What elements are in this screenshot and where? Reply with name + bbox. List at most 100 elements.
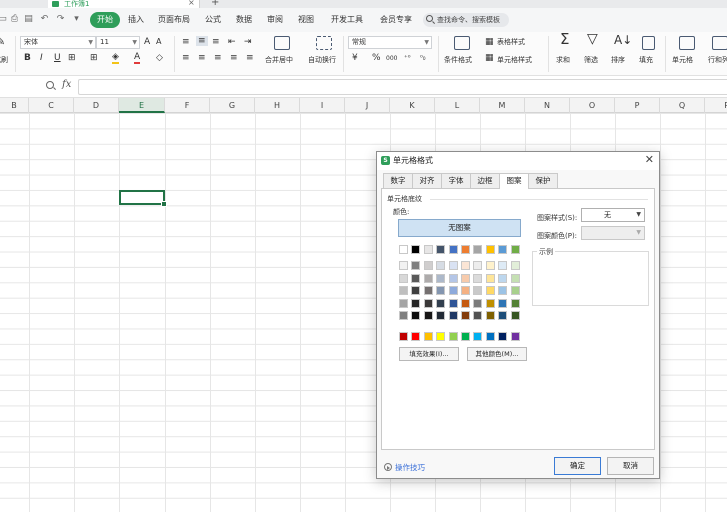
menu-home[interactable]: 开始 [90,12,120,28]
number-format-select[interactable]: 常规 ▼ [348,36,432,49]
cell-style-icon[interactable]: ▦ [485,53,494,63]
sort-icon[interactable]: A↓ [614,34,632,46]
decrease-decimal-icon[interactable]: ⁰₀ [420,53,426,63]
increase-font-icon[interactable]: A [144,37,150,47]
filter-icon[interactable]: ▽ [587,32,598,46]
conditional-format-icon[interactable] [454,36,470,50]
color-swatch[interactable] [485,311,495,320]
color-swatch[interactable] [399,261,408,270]
active-cell[interactable] [119,190,167,207]
save-icon[interactable]: ▭ [0,15,7,24]
color-swatch[interactable] [510,245,520,254]
color-swatch[interactable] [498,286,508,295]
currency-icon[interactable]: ¥ [352,53,358,63]
color-swatch[interactable] [411,245,421,254]
color-swatch[interactable] [485,273,495,283]
percent-icon[interactable]: % [372,53,381,63]
color-swatch[interactable] [448,245,458,254]
color-swatch[interactable] [485,298,495,308]
cell-style-label[interactable]: 单元格样式 [497,55,532,65]
color-swatch[interactable] [485,332,495,341]
color-swatch[interactable] [448,286,458,295]
distributed-icon[interactable]: ≡ [246,53,254,63]
indent-decrease-icon[interactable]: ⇤ [228,37,236,47]
color-swatch[interactable] [473,261,483,270]
color-swatch[interactable] [411,273,421,283]
color-swatch[interactable] [498,273,508,283]
column-header[interactable]: I [300,98,345,113]
column-header[interactable]: L [435,98,480,113]
play-circle-icon[interactable] [384,463,392,471]
color-swatch[interactable] [436,298,446,308]
color-swatch[interactable] [498,311,508,320]
color-swatch[interactable] [473,311,483,320]
align-center-icon[interactable]: ≡ [198,53,206,63]
menu-view[interactable]: 视图 [298,12,314,28]
column-header[interactable]: C [29,98,74,113]
color-swatch[interactable] [448,332,458,341]
column-header[interactable]: Q [660,98,705,113]
color-swatch[interactable] [436,261,446,270]
column-header[interactable]: H [255,98,300,113]
fill-icon[interactable] [642,36,655,50]
menu-review[interactable]: 审阅 [267,12,283,28]
color-swatch[interactable] [510,273,520,283]
indent-increase-icon[interactable]: ⇥ [244,37,252,47]
cell-icon[interactable] [679,36,695,50]
color-swatch[interactable] [498,245,508,254]
color-swatch[interactable] [399,273,408,283]
menu-data[interactable]: 数据 [236,12,252,28]
color-swatch[interactable] [423,273,433,283]
bold-icon[interactable]: B [24,53,31,63]
close-icon[interactable]: ✕ [645,153,654,167]
row-col-icon[interactable] [712,36,727,50]
color-swatch[interactable] [461,298,470,308]
color-swatch[interactable] [411,298,421,308]
color-swatch[interactable] [461,261,470,270]
strikethrough-icon[interactable]: ⊞ [68,53,76,63]
color-swatch[interactable] [423,332,433,341]
more-colors-button[interactable]: 其他颜色(M)... [467,347,527,361]
column-header[interactable]: B [0,98,29,113]
column-header[interactable]: N [525,98,570,113]
color-swatch[interactable] [436,286,446,295]
new-tab-icon[interactable]: + [211,0,219,8]
merge-center-icon[interactable] [274,36,290,50]
column-header[interactable]: D [74,98,119,113]
fill-effects-button[interactable]: 填充效果(I)... [399,347,459,361]
color-swatch[interactable] [461,311,470,320]
align-bottom-icon[interactable]: ≡ [212,37,220,47]
color-swatch[interactable] [436,332,446,341]
color-swatch[interactable] [510,286,520,295]
color-swatch[interactable] [461,273,470,283]
customize-toolbar-icon[interactable]: ▾ [72,15,81,24]
color-swatch[interactable] [423,261,433,270]
color-swatch[interactable] [411,332,421,341]
column-header[interactable]: M [480,98,525,113]
font-size-select[interactable]: 11 ▼ [96,36,140,49]
menu-insert[interactable]: 插入 [128,12,144,28]
format-painter-icon[interactable]: ✎ [0,36,5,47]
column-header[interactable]: J [345,98,390,113]
color-swatch[interactable] [461,286,470,295]
color-swatch[interactable] [485,245,495,254]
table-style-label[interactable]: 表格样式 [497,37,525,47]
color-swatch[interactable] [448,311,458,320]
color-swatch[interactable] [473,245,483,254]
color-swatch[interactable] [461,332,470,341]
font-name-select[interactable]: 宋体 ▼ [20,36,96,49]
formula-input[interactable] [78,79,727,95]
color-swatch[interactable] [498,261,508,270]
column-header[interactable]: F [165,98,210,113]
undo-icon[interactable]: ↶ [40,15,49,24]
tab-border[interactable]: 边框 [470,173,500,188]
fill-color-icon[interactable]: ◈ [112,52,119,64]
color-swatch[interactable] [423,245,433,254]
borders-icon[interactable]: ⊞ [90,53,98,63]
column-header-selected[interactable]: E [119,98,165,113]
justify-icon[interactable]: ≡ [230,53,238,63]
color-swatch[interactable] [510,311,520,320]
zoom-icon[interactable] [46,81,54,89]
column-header[interactable]: P [615,98,660,113]
color-swatch[interactable] [510,298,520,308]
